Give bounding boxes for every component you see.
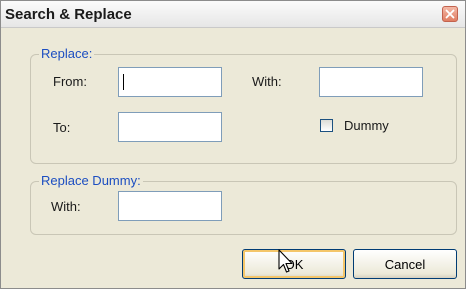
ok-button[interactable]: OK [242,249,346,279]
window-title: Search & Replace [5,6,132,23]
from-label: From: [53,74,87,89]
pointer-cursor-icon [278,249,293,273]
to-input[interactable] [118,112,222,142]
with-input[interactable] [319,67,423,97]
cancel-button-label: Cancel [384,256,426,272]
replace-dummy-group: Replace Dummy: [30,173,457,235]
replace-group-legend: Replace: [39,46,95,61]
dummy-with-label: With: [51,199,81,214]
from-input[interactable] [118,67,222,97]
with-label: With: [252,74,282,89]
text-caret [123,74,124,90]
close-button[interactable] [442,6,458,22]
search-replace-dialog: Search & Replace Replace: From: With: To… [0,0,466,289]
dummy-checkbox[interactable] [320,119,333,132]
close-icon [445,9,455,19]
to-label: To: [53,120,71,135]
cancel-button[interactable]: Cancel [353,249,457,279]
dummy-label[interactable]: Dummy [344,118,389,133]
replace-dummy-group-legend: Replace Dummy: [39,173,143,188]
dummy-with-input[interactable] [118,191,222,221]
title-bar[interactable]: Search & Replace [1,1,465,28]
